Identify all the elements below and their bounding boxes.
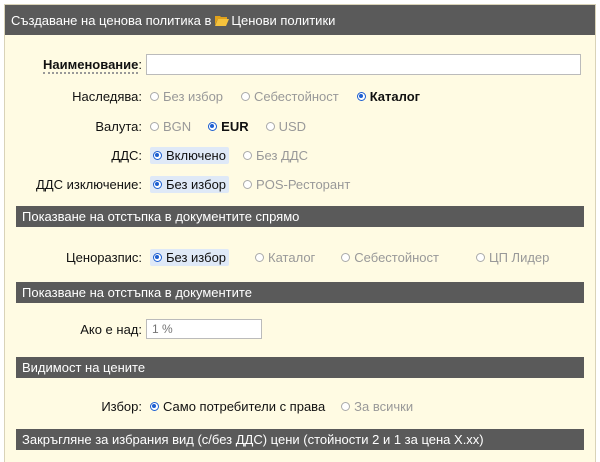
name-row: Наименование: — [5, 53, 595, 75]
inherits-label: Наследява: — [72, 88, 142, 104]
vat-exception-option-none[interactable]: Без избор — [150, 175, 230, 193]
section-visibility: Видимост на цените — [16, 357, 584, 378]
price-list-option-catalog[interactable]: Каталог — [255, 250, 315, 265]
currency-row: Валута: BGN EUR USD — [5, 115, 595, 137]
radio-icon — [341, 401, 351, 411]
radio-icon — [265, 121, 275, 131]
currency-option-bgn[interactable]: BGN — [150, 119, 191, 134]
if-above-row: Ако е над: — [5, 318, 595, 340]
section-rounding: Закръгляне за избрания вид (с/без ДДС) ц… — [16, 429, 584, 450]
if-above-label: Ако е над: — [80, 321, 142, 337]
vat-option-included[interactable]: Включено — [150, 146, 229, 164]
folder-open-icon — [215, 15, 230, 26]
radio-selected-icon — [150, 401, 159, 411]
radio-selected-icon — [356, 91, 366, 101]
currency-options: BGN EUR USD — [150, 119, 324, 134]
vat-exception-label: ДДС изключение: — [36, 176, 142, 192]
if-above-input[interactable] — [146, 319, 262, 339]
radio-icon — [242, 150, 252, 160]
inherits-option-cost[interactable]: Себестойност — [241, 89, 339, 104]
radio-icon — [341, 252, 351, 262]
radio-icon — [241, 91, 251, 101]
vat-exception-options: Без избор POS-Ресторант — [150, 175, 368, 193]
form-title-text: Създаване на ценова политика в — [11, 12, 212, 28]
radio-icon — [150, 121, 159, 131]
currency-option-eur[interactable]: EUR — [208, 119, 249, 134]
currency-option-usd[interactable]: USD — [265, 119, 306, 134]
radio-selected-icon — [153, 179, 162, 189]
radio-icon — [150, 91, 159, 101]
vat-exception-option-pos[interactable]: POS-Ресторант — [243, 177, 350, 192]
price-list-option-leader[interactable]: ЦП Лидер — [475, 250, 549, 265]
price-policies-link[interactable]: Ценови политики — [231, 13, 335, 28]
vat-option-no-vat[interactable]: Без ДДС — [242, 148, 308, 163]
section-discount: Показване на отстъпка в документите — [16, 282, 584, 303]
vat-options: Включено Без ДДС — [150, 146, 326, 164]
radio-icon — [475, 252, 485, 262]
inherits-option-catalog[interactable]: Каталог — [356, 89, 420, 104]
vat-row: ДДС: Включено Без ДДС — [5, 144, 595, 166]
radio-selected-icon — [208, 121, 218, 131]
visibility-option-authorized[interactable]: Само потребители с права — [150, 399, 325, 414]
price-list-row: Ценоразпис: Без избор Каталог Себестойно… — [5, 246, 595, 268]
create-price-policy-form: Създаване на ценова политика в Ценови по… — [4, 4, 596, 462]
vat-exception-row: ДДС изключение: Без избор POS-Ресторант — [5, 173, 595, 195]
price-list-label: Ценоразпис: — [66, 249, 142, 265]
inherits-options: Без избор Себестойност Каталог — [150, 89, 438, 104]
inherits-option-none[interactable]: Без избор — [150, 89, 223, 104]
price-list-option-cost[interactable]: Себестойност — [341, 250, 439, 265]
form-title-bar: Създаване на ценова политика в Ценови по… — [5, 5, 595, 35]
name-label: Наименование: — [43, 56, 142, 74]
radio-selected-icon — [153, 252, 162, 262]
inherits-row: Наследява: Без избор Себестойност Катало… — [5, 85, 595, 107]
currency-label: Валута: — [95, 118, 142, 134]
price-list-option-none[interactable]: Без избор — [150, 248, 230, 266]
radio-icon — [255, 252, 265, 262]
name-input[interactable] — [146, 54, 581, 75]
vat-label: ДДС: — [111, 147, 142, 163]
visibility-label: Избор: — [101, 398, 142, 414]
price-list-options: Без избор Каталог Себестойност ЦП Лидер — [150, 248, 567, 266]
radio-selected-icon — [153, 150, 162, 160]
visibility-options: Само потребители с права За всички — [150, 399, 431, 414]
visibility-row: Избор: Само потребители с права За всичк… — [5, 395, 595, 417]
visibility-option-all[interactable]: За всички — [341, 399, 413, 414]
radio-icon — [243, 179, 253, 189]
section-discount-relative: Показване на отстъпка в документите спря… — [16, 206, 584, 227]
